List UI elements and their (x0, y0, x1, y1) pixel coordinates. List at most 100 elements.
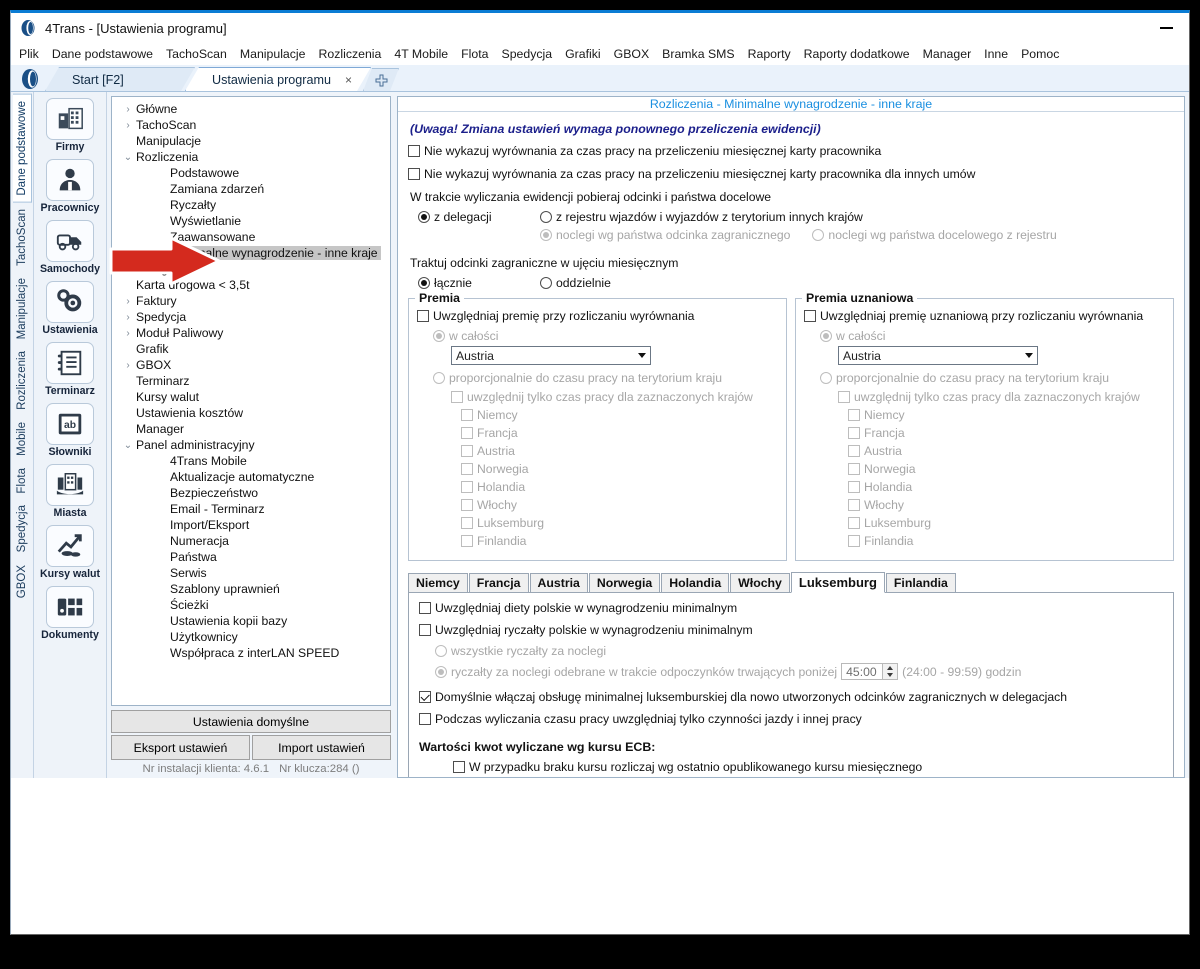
menu-item-plik[interactable]: Plik (19, 47, 39, 61)
tree-node-4trans-mobile[interactable]: 4Trans Mobile (112, 453, 390, 469)
monthly-separate-option[interactable]: oddzielnie (540, 276, 611, 290)
premia-country-checkbox[interactable] (461, 517, 473, 529)
export-settings-button[interactable]: Eksport ustawień (111, 735, 250, 760)
source-delegation-radio[interactable] (418, 211, 430, 223)
premia-country-row-austria[interactable]: Austria (461, 444, 778, 458)
premia-uznaniowa-country-row-norwegia[interactable]: Norwegia (848, 462, 1165, 476)
premia-uznaniowa-country-checkbox[interactable] (848, 427, 860, 439)
premia-country-row-holandia[interactable]: Holandia (461, 480, 778, 494)
menu-item-raporty-dodatkowe[interactable]: Raporty dodatkowe (804, 47, 910, 61)
tree-node-grafik[interactable]: Grafik (112, 341, 390, 357)
tree-node-manipulacje[interactable]: Manipulacje (112, 133, 390, 149)
no-equalization-other-checkbox[interactable] (408, 168, 420, 180)
tree-node-aktualizacje-automatyczne[interactable]: Aktualizacje automatyczne (112, 469, 390, 485)
below-lodging-row[interactable]: ryczałty za noclegi odebrane w trakcie o… (435, 663, 1163, 680)
tree-node-gbox[interactable]: › GBOX (112, 357, 390, 373)
chevron-icon[interactable]: › (120, 104, 136, 115)
premia-uznaniowa-proportional-row[interactable]: proporcjonalnie do czasu pracy na teryto… (820, 371, 1165, 385)
tree-node-tachoscan[interactable]: › TachoScan (112, 117, 390, 133)
tree-node-podstawowe[interactable]: Podstawowe (112, 165, 390, 181)
premia-uznaniowa-enable-checkbox[interactable] (804, 310, 816, 322)
premia-uznaniowa-country-checkbox[interactable] (848, 409, 860, 421)
lodging-by-destination-radio[interactable] (812, 229, 825, 241)
premia-country-checkbox[interactable] (461, 445, 473, 457)
rest-hours-stepper[interactable] (883, 663, 899, 680)
rest-hours-value[interactable]: 45:00 (841, 663, 884, 680)
tree-node-u-ytkownicy[interactable]: Użytkownicy (112, 629, 390, 645)
module-tab-tachoscan[interactable]: TachoScan (13, 203, 31, 272)
country-tab-austria[interactable]: Austria (529, 573, 588, 592)
source-registry-radio[interactable] (540, 211, 552, 223)
ryczalty-checkbox[interactable] (419, 624, 431, 636)
tree-node--cie-ki[interactable]: Ścieżki (112, 597, 390, 613)
rail-item-firmy[interactable]: Firmy (34, 98, 106, 153)
premia-country-combobox[interactable]: Austria (451, 346, 651, 365)
country-tab-w-ochy[interactable]: Włochy (730, 573, 790, 592)
lodging-by-section-option[interactable]: noclegi wg państwa odcinka zagranicznego (540, 228, 790, 242)
all-lodging-row[interactable]: wszystkie ryczałty za noclegi (435, 644, 1163, 658)
premia-uznaniowa-country-row-finlandia[interactable]: Finlandia (848, 534, 1165, 548)
rail-item-pracownicy[interactable]: Pracownicy (34, 159, 106, 214)
module-tab-gbox[interactable]: GBOX (13, 559, 31, 604)
rest-hours-spinner[interactable]: 45:00 (841, 663, 899, 680)
premia-uznaniowa-enable-row[interactable]: Uwzględniaj premię uznaniową przy rozlic… (804, 309, 1165, 323)
monthly-together-option[interactable]: łącznie (418, 276, 540, 290)
premia-country-checkbox[interactable] (461, 427, 473, 439)
tree-node-rycza-ty[interactable]: Ryczałty (112, 197, 390, 213)
checkbox-row-no-equalization[interactable]: Nie wykazuj wyrównania za czas pracy na … (408, 144, 1174, 158)
ryczalty-row[interactable]: Uwzględniaj ryczałty polskie w wynagrodz… (419, 623, 1163, 637)
tree-node-kursy-walut[interactable]: Kursy walut (112, 389, 390, 405)
premia-country-row-finlandia[interactable]: Finlandia (461, 534, 778, 548)
chevron-icon[interactable]: ⌄ (120, 152, 136, 163)
premia-uznaniowa-country-checkbox[interactable] (848, 463, 860, 475)
premia-uznaniowa-country-row-austria[interactable]: Austria (848, 444, 1165, 458)
checkbox-row-no-equalization-other[interactable]: Nie wykazuj wyrównania za czas pracy na … (408, 167, 1174, 181)
document-tab-settings[interactable]: Ustawienia programu × (185, 67, 371, 91)
premia-country-checkbox[interactable] (461, 499, 473, 511)
monthly-separate-radio[interactable] (540, 277, 552, 289)
premia-country-row-francja[interactable]: Francja (461, 426, 778, 440)
tree-node-terminarz[interactable]: Terminarz (112, 373, 390, 389)
only-driving-row[interactable]: Podczas wyliczania czasu pracy uwzględni… (419, 712, 1163, 726)
premia-country-checkbox[interactable] (461, 463, 473, 475)
lodging-by-section-radio[interactable] (540, 229, 552, 241)
tree-node-email-terminarz[interactable]: Email - Terminarz (112, 501, 390, 517)
tree-node-ustawienia-koszt-w[interactable]: Ustawienia kosztów (112, 405, 390, 421)
module-tab-rozliczenia[interactable]: Rozliczenia (13, 345, 31, 416)
menu-item-rozliczenia[interactable]: Rozliczenia (318, 47, 381, 61)
premia-uznaniowa-country-checkbox[interactable] (848, 535, 860, 547)
premia-uznaniowa-country-checkbox[interactable] (848, 445, 860, 457)
premia-country-checkbox[interactable] (461, 409, 473, 421)
premia-country-row-niemcy[interactable]: Niemcy (461, 408, 778, 422)
minimize-button[interactable] (1143, 14, 1189, 42)
tree-node-delegacje[interactable]: Delegacje (112, 261, 390, 277)
premia-enable-checkbox[interactable] (417, 310, 429, 322)
rail-item-kursy-walut[interactable]: Kursy walut (34, 525, 106, 580)
module-tab-mobile[interactable]: Mobile (13, 416, 31, 462)
country-tab-norwegia[interactable]: Norwegia (588, 573, 661, 592)
premia-country-row-norwegia[interactable]: Norwegia (461, 462, 778, 476)
premia-only-marked-checkbox[interactable] (451, 391, 463, 403)
rail-item-miasta[interactable]: Miasta (34, 464, 106, 519)
premia-uznaniowa-country-row-luksemburg[interactable]: Luksemburg (848, 516, 1165, 530)
tree-node-manager[interactable]: Manager (112, 421, 390, 437)
premia-uznaniowa-only-marked-row[interactable]: uwzględnij tylko czas pracy dla zaznaczo… (838, 390, 1165, 404)
source-delegation-option[interactable]: z delegacji (418, 210, 540, 224)
tree-node-karta-drogowa-3-5t[interactable]: Karta drogowa < 3,5t (112, 277, 390, 293)
menu-item-manager[interactable]: Manager (923, 47, 972, 61)
chevron-icon[interactable]: › (120, 360, 136, 371)
below-lodging-radio[interactable] (435, 665, 447, 678)
chevron-icon[interactable]: › (120, 296, 136, 307)
module-tab-manipulacje[interactable]: Manipulacje (13, 272, 31, 345)
tree-node-bezpiecze-stwo[interactable]: Bezpieczeństwo (112, 485, 390, 501)
tree-node-serwis[interactable]: Serwis (112, 565, 390, 581)
ecb-fallback-checkbox[interactable] (453, 761, 465, 773)
tree-node-panel-administracyjny[interactable]: ⌄ Panel administracyjny (112, 437, 390, 453)
rail-item-dokumenty[interactable]: Dokumenty (34, 586, 106, 641)
country-tab-luksemburg[interactable]: Luksemburg (790, 572, 885, 593)
premia-uznaniowa-country-row-francja[interactable]: Francja (848, 426, 1165, 440)
premia-proportional-radio[interactable] (433, 372, 445, 384)
only-driving-checkbox[interactable] (419, 713, 431, 725)
premia-country-checkbox[interactable] (461, 535, 473, 547)
rail-item-s-owniki[interactable]: ab Słowniki (34, 403, 106, 458)
